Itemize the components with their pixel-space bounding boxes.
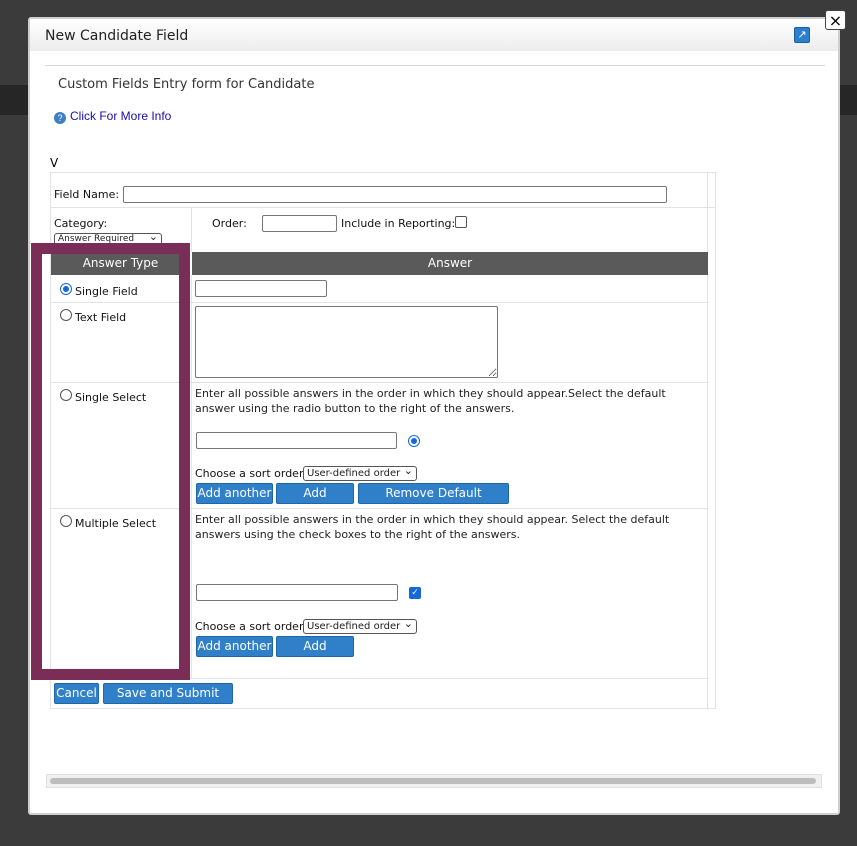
- single-field-input[interactable]: [195, 280, 327, 297]
- multiple-add-multiple-button[interactable]: Add multiple: [276, 636, 354, 672]
- multiple-select-answer-input[interactable]: [196, 584, 398, 601]
- more-info-label: Click For More Info: [70, 109, 172, 123]
- order-label: Order:: [212, 217, 247, 230]
- sort-order-label: Choose a sort order:: [195, 467, 307, 480]
- category-label: Category:: [54, 217, 108, 230]
- single-add-another-button[interactable]: Add another: [196, 483, 273, 504]
- sort-order-label: Choose a sort order:: [195, 620, 307, 633]
- multiple-select-default-checkbox[interactable]: ✓: [409, 587, 421, 599]
- multiple-add-another-button[interactable]: Add another: [196, 636, 273, 657]
- remove-default-selection-button[interactable]: Remove Default Selection: [358, 483, 509, 519]
- stray-text: V: [50, 156, 59, 170]
- single-add-multiple-button[interactable]: Add multiple: [276, 483, 354, 519]
- cancel-button[interactable]: Cancel: [54, 683, 99, 704]
- modal-header: New Candidate Field ↗: [30, 19, 838, 51]
- close-button[interactable]: ×: [825, 10, 846, 30]
- col-divider: [191, 275, 192, 679]
- header-answer: Answer: [192, 252, 708, 275]
- popout-icon[interactable]: ↗: [794, 27, 810, 43]
- field-name-label: Field Name:: [54, 188, 120, 201]
- scrollbar-thumb[interactable]: [50, 778, 816, 784]
- horizontal-scrollbar[interactable]: [46, 774, 822, 788]
- more-info-link[interactable]: ? Click For More Info: [54, 109, 171, 124]
- order-input[interactable]: [262, 215, 337, 232]
- include-reporting-label: Include in Reporting:: [341, 217, 456, 230]
- form-subtitle: Custom Fields Entry form for Candidate: [58, 77, 315, 92]
- row-divider: [51, 207, 715, 208]
- help-icon: ?: [54, 112, 66, 124]
- single-select-default-radio[interactable]: [408, 435, 420, 447]
- include-reporting-checkbox[interactable]: [455, 216, 467, 228]
- multiple-select-instructions: Enter all possible answers in the order …: [195, 513, 670, 541]
- field-name-input[interactable]: [123, 186, 667, 203]
- col-divider: [191, 208, 192, 252]
- multiple-select-sort-order[interactable]: User-defined order: [303, 619, 417, 634]
- modal-title: New Candidate Field: [45, 28, 189, 44]
- divider: [45, 65, 825, 66]
- single-select-answer-input[interactable]: [196, 432, 397, 449]
- answer-type-highlight-box: [31, 243, 190, 680]
- save-and-submit-button[interactable]: Save and Submit: [103, 683, 233, 704]
- single-select-sort-order[interactable]: User-defined order: [303, 466, 417, 481]
- text-field-textarea[interactable]: [195, 306, 498, 378]
- single-select-instructions: Enter all possible answers in the order …: [195, 387, 666, 415]
